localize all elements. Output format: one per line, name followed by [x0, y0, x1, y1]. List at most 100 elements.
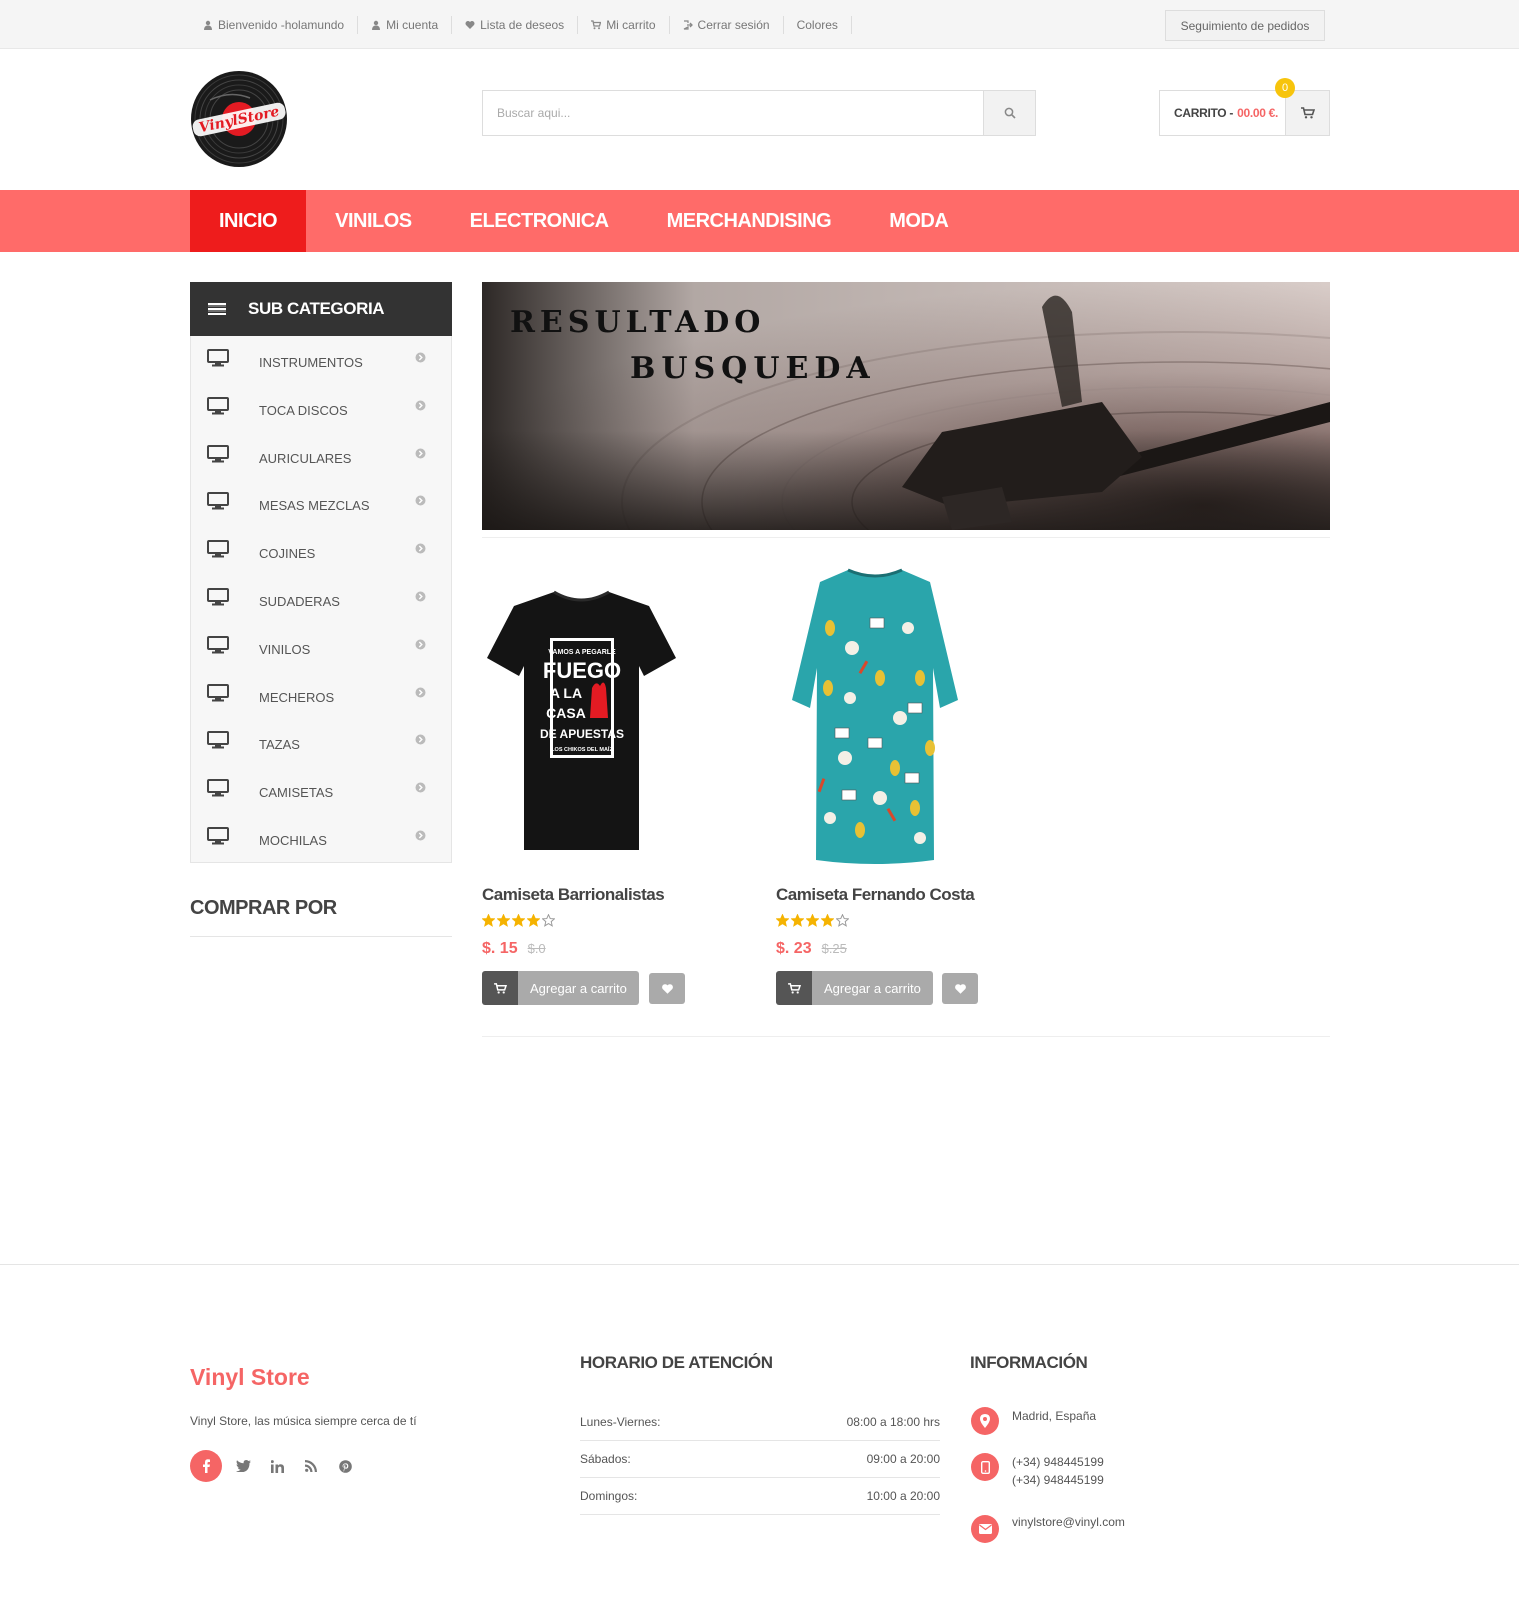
nav-item-vinilos[interactable]: VINILOS: [306, 190, 441, 252]
envelope-icon: [971, 1515, 999, 1543]
footer-divider: [0, 1264, 1519, 1265]
star-empty-icon: [836, 914, 849, 927]
linkedin-link[interactable]: [260, 1450, 294, 1482]
shirt-text-2: FUEGO: [543, 658, 621, 683]
vinyl-store-logo[interactable]: VinylStore: [190, 70, 288, 168]
sidebar-item-label: MESAS MEZCLAS: [259, 498, 370, 514]
subcategory-header: SUB CATEGORIA: [190, 282, 452, 336]
twitter-icon: [235, 1460, 251, 1472]
nav-item-merchandising[interactable]: MERCHANDISING: [638, 190, 861, 252]
product-rating: [776, 914, 849, 927]
sidebar-item-label: MOCHILAS: [259, 832, 327, 848]
shirt-text-6: LOS CHIKOS DEL MAÍZ: [551, 745, 613, 753]
pinterest-link[interactable]: [328, 1450, 362, 1482]
sidebar-item[interactable]: MOCHILAS: [191, 814, 451, 862]
hours-row: Lunes-Viernes: 08:00 a 18:00 hrs: [580, 1404, 940, 1441]
my-cart-link[interactable]: Mi carrito: [578, 15, 670, 34]
cart-icon: [591, 19, 602, 29]
sidebar-item[interactable]: AURICULARES: [191, 432, 451, 480]
add-to-cart-button[interactable]: Agregar a carrito: [482, 971, 639, 1005]
search-results-banner: RESULTADO BUSQUEDA: [482, 282, 1330, 530]
heart-icon: [661, 983, 673, 994]
header-cart[interactable]: CARRITO - 00.00 €.: [1159, 90, 1330, 136]
chevron-right-icon: [415, 448, 426, 459]
star-filled-icon: [527, 914, 540, 927]
user-icon: [372, 20, 381, 30]
hours-day: Domingos:: [580, 1489, 638, 1503]
product-image-barrionalistas[interactable]: VAMOS A PEGARLE FUEGO A LA CASA DE APUES…: [484, 588, 679, 856]
sidebar-item[interactable]: CAMISETAS: [191, 766, 451, 814]
footer-description: Vinyl Store, las música siempre cerca de…: [190, 1414, 417, 1428]
nav-item-moda[interactable]: MODA: [860, 190, 977, 252]
sidebar-item-label: TAZAS: [259, 737, 300, 753]
add-to-wishlist-button[interactable]: [942, 973, 978, 1004]
search-button[interactable]: [983, 91, 1035, 135]
cart-button[interactable]: [1285, 91, 1329, 135]
add-to-wishlist-button[interactable]: [649, 973, 685, 1004]
mobile-phone-icon: [971, 1453, 999, 1481]
current-price: $. 15: [482, 940, 518, 957]
signout-label: Cerrar sesión: [697, 17, 770, 32]
cart-amount: 00.00 €.: [1237, 106, 1279, 120]
social-links: [190, 1450, 362, 1482]
monitor-icon: [207, 826, 229, 845]
sidebar-item-label: CAMISETAS: [259, 785, 334, 801]
nav-item-inicio[interactable]: INICIO: [190, 190, 307, 252]
monitor-icon: [207, 444, 229, 463]
add-to-cart-label: Agregar a carrito: [518, 971, 639, 1005]
monitor-icon: [207, 540, 229, 558]
facebook-link[interactable]: [190, 1450, 222, 1482]
chevron-right-icon: [415, 543, 426, 554]
sidebar-item[interactable]: VINILOS: [191, 623, 451, 671]
rss-link[interactable]: [294, 1450, 328, 1482]
hours-row: Sábados: 09:00 a 20:00: [580, 1441, 940, 1478]
shirt-text-3: A LA: [550, 685, 582, 701]
add-to-cart-button[interactable]: Agregar a carrito: [776, 971, 933, 1005]
product-name[interactable]: Camiseta Barrionalistas: [482, 885, 665, 905]
sidebar-item[interactable]: TOCA DISCOS: [191, 384, 451, 432]
sidebar-item[interactable]: MECHEROS: [191, 671, 451, 719]
chevron-right-icon: [415, 495, 426, 506]
twitter-link[interactable]: [226, 1450, 260, 1482]
location-text: Madrid, España: [1012, 1409, 1097, 1423]
chevron-right-icon: [415, 687, 426, 698]
email-text[interactable]: vinylstore@vinyl.com: [1012, 1513, 1125, 1543]
heart-icon: [954, 983, 966, 994]
wishlist-link[interactable]: Lista de deseos: [452, 15, 579, 34]
welcome-link[interactable]: Bienvenido -holamundo: [190, 15, 359, 34]
banner-line-2: BUSQUEDA: [630, 351, 876, 386]
search-input[interactable]: [483, 91, 983, 135]
monitor-icon: [207, 731, 229, 749]
nav-item-electronica[interactable]: ELECTRONICA: [441, 190, 638, 252]
sidebar-item[interactable]: COJINES: [191, 527, 451, 575]
old-price: $.0: [527, 941, 546, 956]
signout-link[interactable]: Cerrar sesión: [670, 15, 784, 34]
sidebar-item-label: COJINES: [259, 546, 316, 562]
shirt-text-1: VAMOS A PEGARLE: [548, 649, 616, 656]
my-account-link[interactable]: Mi cuenta: [358, 15, 453, 34]
colors-link[interactable]: Colores: [784, 15, 852, 34]
track-orders-button[interactable]: Seguimiento de pedidos: [1165, 10, 1325, 41]
product-name[interactable]: Camiseta Fernando Costa: [776, 885, 975, 905]
pinterest-icon: [338, 1459, 352, 1473]
chevron-right-icon: [415, 400, 426, 411]
shirt-text-5: DE APUESTAS: [540, 727, 624, 741]
current-price: $. 23: [776, 940, 812, 957]
cart-count-badge: 0: [1275, 78, 1295, 98]
sidebar-item[interactable]: INSTRUMENTOS: [191, 336, 451, 384]
wishlist-label: Lista de deseos: [480, 17, 565, 32]
welcome-label: Bienvenido -holamundo: [218, 17, 345, 32]
sidebar-item[interactable]: MESAS MEZCLAS: [191, 479, 451, 527]
user-icon: [204, 20, 212, 30]
star-filled-icon: [482, 914, 495, 927]
linkedin-icon: [270, 1459, 284, 1473]
chevron-right-icon: [415, 639, 426, 650]
location-pin-icon: [971, 1407, 999, 1435]
heart-icon: [465, 20, 475, 29]
signout-icon: [683, 19, 693, 30]
product-image-fernando-costa[interactable]: [790, 568, 960, 866]
sidebar-item[interactable]: SUDADERAS: [191, 575, 451, 623]
phone-2: (+34) 948445199: [1012, 1473, 1104, 1487]
sidebar-item[interactable]: TAZAS: [191, 718, 451, 766]
star-filled-icon: [791, 914, 804, 927]
